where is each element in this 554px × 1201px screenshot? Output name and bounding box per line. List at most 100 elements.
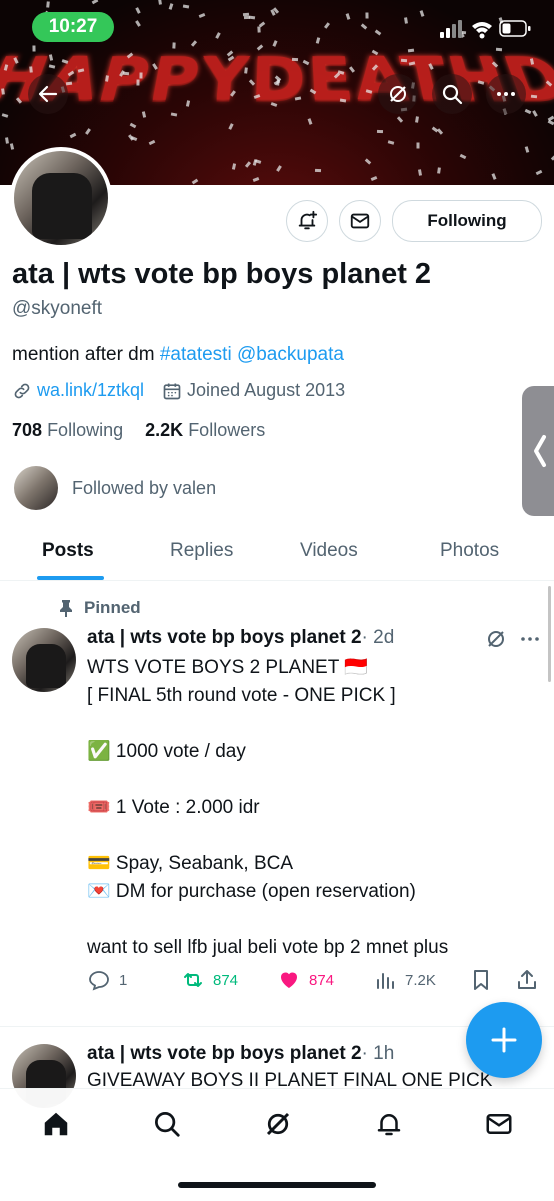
confetti-piece xyxy=(419,10,425,17)
tab-posts[interactable]: Posts xyxy=(42,528,94,580)
plus-icon xyxy=(491,1027,517,1053)
notifications-icon xyxy=(377,1114,401,1136)
nav-explore[interactable] xyxy=(152,1109,182,1144)
nav-messages[interactable] xyxy=(484,1109,514,1144)
followers-count: 2.2K xyxy=(145,420,184,440)
back-button[interactable] xyxy=(28,74,68,114)
views-button[interactable]: 7.2K xyxy=(373,966,436,994)
post-time: · 2d xyxy=(361,627,395,648)
bookmark-icon xyxy=(474,970,488,990)
post-text: WTS VOTE BOYS 2 PLANET 🇮🇩 [ FINAL 5th ro… xyxy=(87,657,449,958)
confetti-piece xyxy=(148,139,156,146)
post-header: ata | wts vote bp boys planet 2· 1h xyxy=(87,1043,394,1065)
home-indicator xyxy=(178,1182,376,1188)
post-author[interactable]: ata | wts vote bp boys planet 2 xyxy=(87,627,362,648)
following-count-link[interactable]: 708 Following xyxy=(12,420,123,440)
confetti-piece xyxy=(129,122,137,129)
confetti-piece xyxy=(547,119,554,126)
tab-videos[interactable]: Videos xyxy=(300,528,358,580)
profile-name: ata | wts vote bp boys planet 2 xyxy=(12,258,432,290)
confetti-piece xyxy=(374,29,382,36)
bio-hashtag[interactable]: #atatesti xyxy=(160,344,232,365)
grok-nav-icon xyxy=(266,1112,290,1136)
nav-grok[interactable] xyxy=(263,1109,293,1144)
profile-tabs: Posts Replies Videos Photos xyxy=(0,528,554,581)
confetti-piece xyxy=(46,1,50,8)
confetti-piece xyxy=(314,168,322,173)
confetti-piece xyxy=(257,26,261,33)
post-author[interactable]: ata | wts vote bp boys planet 2 xyxy=(87,1043,362,1064)
confetti-piece xyxy=(404,17,408,24)
like-button[interactable]: 874 xyxy=(277,966,334,994)
post-avatar[interactable] xyxy=(12,628,76,692)
confetti-piece xyxy=(191,178,199,185)
repost-button[interactable]: 874 xyxy=(181,966,238,994)
confetti-piece xyxy=(215,32,221,39)
confetti-piece xyxy=(400,58,408,63)
home-icon xyxy=(44,1112,68,1136)
search-icon xyxy=(442,84,463,105)
followed-by[interactable]: Followed by valen xyxy=(14,466,216,510)
confetti-piece xyxy=(364,158,372,165)
back-arrow-icon xyxy=(38,85,58,103)
confetti-piece xyxy=(524,146,530,153)
tab-photos[interactable]: Photos xyxy=(440,528,499,580)
confetti-piece xyxy=(228,123,234,130)
tab-replies[interactable]: Replies xyxy=(170,528,233,580)
website-link[interactable]: wa.link/1ztkql xyxy=(37,380,144,401)
confetti-piece xyxy=(1,113,9,118)
reply-count: 1 xyxy=(119,971,128,989)
message-button[interactable] xyxy=(339,200,381,242)
confetti-piece xyxy=(459,153,467,160)
confetti-piece xyxy=(370,175,378,182)
confetti-piece xyxy=(244,161,252,168)
followers-count-link[interactable]: 2.2K Followers xyxy=(145,420,265,440)
chevron-left-icon xyxy=(534,435,546,467)
avatar-figure xyxy=(32,173,92,239)
bookmark-button[interactable] xyxy=(469,966,501,994)
post-header: ata | wts vote bp boys planet 2· 2d xyxy=(87,627,394,649)
confetti-piece xyxy=(535,169,543,176)
confetti-piece xyxy=(243,15,251,20)
reply-button[interactable]: 1 xyxy=(87,966,127,994)
confetti-piece xyxy=(29,66,33,73)
heart-icon xyxy=(281,972,297,988)
share-button[interactable] xyxy=(515,966,547,994)
notify-button[interactable] xyxy=(286,200,328,242)
like-count: 874 xyxy=(309,971,335,989)
post-more-button[interactable] xyxy=(518,627,542,656)
more-icon xyxy=(497,92,515,96)
bio-mention[interactable]: @backupata xyxy=(237,344,344,365)
confetti-piece xyxy=(242,12,250,17)
confetti-piece xyxy=(168,3,174,10)
confetti-piece xyxy=(495,47,503,52)
nav-home[interactable] xyxy=(41,1109,71,1144)
side-panel-handle[interactable] xyxy=(522,386,554,516)
confetti-piece xyxy=(345,13,351,20)
post-grok-button[interactable] xyxy=(484,627,508,656)
confetti-piece xyxy=(1,88,5,95)
profile-handle: @skyoneft xyxy=(12,298,103,319)
grok-icon xyxy=(488,631,504,647)
confetti-piece xyxy=(69,132,77,139)
following-button[interactable]: Following xyxy=(392,200,542,242)
link-icon xyxy=(14,383,30,398)
nav-notifications[interactable] xyxy=(374,1109,404,1144)
compose-button[interactable] xyxy=(466,1002,542,1078)
search-button[interactable] xyxy=(432,74,472,114)
confetti-piece xyxy=(231,163,237,170)
confetti-piece xyxy=(32,45,36,52)
followed-by-text: Followed by valen xyxy=(72,477,217,498)
grok-button[interactable] xyxy=(378,74,418,114)
more-button[interactable] xyxy=(486,74,526,114)
confetti-piece xyxy=(387,140,395,145)
confetti-piece xyxy=(437,167,441,174)
confetti-piece xyxy=(198,12,206,19)
confetti-piece xyxy=(139,72,143,79)
confetti-piece xyxy=(365,12,369,19)
scrollbar[interactable] xyxy=(548,586,551,682)
pinned-label: Pinned xyxy=(58,598,141,618)
profile-avatar[interactable] xyxy=(10,147,112,249)
grok-icon xyxy=(390,86,406,102)
follower-avatar xyxy=(14,466,58,510)
